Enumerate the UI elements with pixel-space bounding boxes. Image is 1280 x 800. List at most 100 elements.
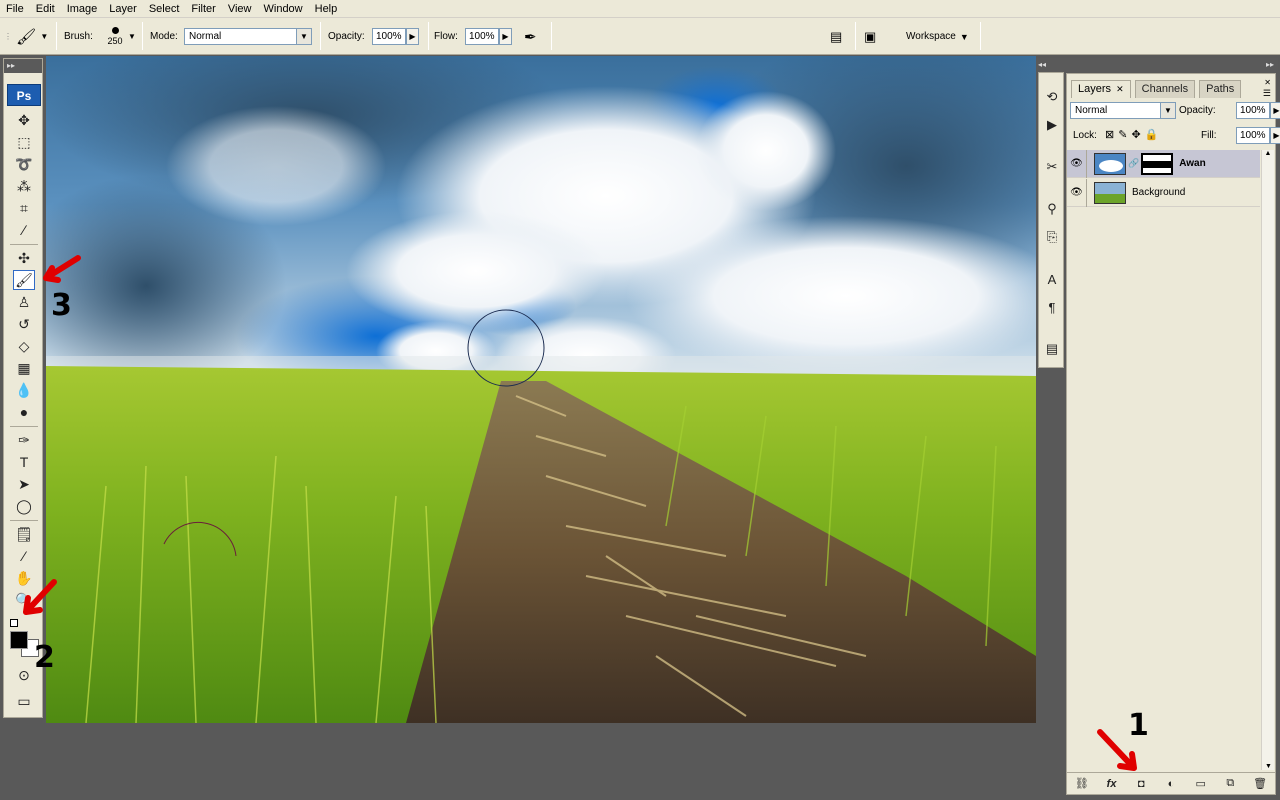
fill-slider-button[interactable]: ▶ [1270, 127, 1280, 144]
menu-image[interactable]: Image [61, 0, 104, 18]
panel-close-icon[interactable]: ✕ [1264, 78, 1271, 87]
link-icon[interactable]: 🔗 [1128, 158, 1139, 169]
tab-layers[interactable]: Layers ✕ [1071, 80, 1131, 98]
dock-icon-strip: ⟲ ▶ ✂ ⚲ ⎘ A ¶ ▤ [1038, 72, 1064, 368]
opacity-slider-button[interactable]: ▶ [406, 28, 419, 45]
tool-preset-picker[interactable]: 🖌 ▼ [16, 18, 48, 55]
layer-style-fx-icon[interactable]: fx [1103, 778, 1121, 790]
menu-bar: File Edit Image Layer Select Filter View… [0, 0, 1280, 18]
dock-grip[interactable]: ◂◂ [1036, 58, 1068, 72]
menu-help[interactable]: Help [309, 0, 344, 18]
eyedropper-tool-icon[interactable]: ⁄ [13, 546, 35, 566]
quick-mask-icon[interactable]: ⊙ [13, 665, 35, 685]
tab-channels[interactable]: Channels [1134, 80, 1196, 98]
paragraph-icon[interactable]: ¶ [1042, 297, 1062, 317]
delete-layer-icon[interactable]: 🗑 [1251, 777, 1269, 790]
actions-icon[interactable]: ▶ [1042, 115, 1062, 135]
notes-tool-icon[interactable]: 🗒 [13, 524, 35, 544]
layer-thumbnail [1094, 181, 1126, 204]
tab-layers-label: Layers [1078, 83, 1112, 95]
crop-tool-icon[interactable]: ⌗ [13, 198, 35, 218]
menu-view[interactable]: View [222, 0, 258, 18]
healing-brush-tool-icon[interactable]: ✣ [13, 248, 35, 268]
menu-filter[interactable]: Filter [185, 0, 221, 18]
layer-comps-icon[interactable]: ▤ [1042, 339, 1062, 359]
history-brush-tool-icon[interactable]: ↺ [13, 314, 35, 334]
fill-input[interactable]: 100% [1236, 127, 1270, 144]
slice-tool-icon[interactable]: ∕ [13, 220, 35, 240]
lasso-tool-icon[interactable]: ➰ [13, 154, 35, 174]
menu-select[interactable]: Select [143, 0, 186, 18]
close-icon[interactable]: ✕ [1116, 84, 1124, 94]
move-tool-icon[interactable]: ✥ [13, 110, 35, 130]
lock-all-icon[interactable]: 🔒 [1145, 128, 1159, 141]
tab-paths[interactable]: Paths [1199, 80, 1242, 98]
flow-slider-button[interactable]: ▶ [499, 28, 512, 45]
layer-mask-thumbnail[interactable] [1141, 152, 1174, 175]
workspace-button[interactable]: Workspace ▼ [906, 18, 969, 55]
ps-logo[interactable]: Ps [7, 84, 41, 106]
menu-file[interactable]: File [0, 0, 30, 18]
layers-panel: Layers ✕ Channels Paths ✕ ☰ Normal ▼ Opa… [1066, 73, 1280, 795]
character-icon[interactable]: A [1042, 269, 1062, 289]
menu-edit[interactable]: Edit [30, 0, 61, 18]
history-icon[interactable]: ⟲ [1042, 87, 1062, 107]
marquee-tool-icon[interactable]: ⬚ [13, 132, 35, 152]
mode-select-value: Normal [189, 31, 222, 42]
annotation-arrow-3 [43, 255, 81, 283]
add-layer-mask-icon[interactable]: ◘ [1132, 778, 1150, 790]
ellipse-tool-icon[interactable]: ◯ [13, 496, 35, 516]
flow-input[interactable]: 100% [465, 28, 499, 45]
new-group-icon[interactable]: ▭ [1192, 777, 1210, 790]
document-canvas[interactable] [46, 56, 1036, 723]
lock-image-icon[interactable]: ✎ [1118, 128, 1127, 141]
foreground-color-swatch[interactable] [10, 631, 28, 649]
layer-row-background[interactable]: 👁 Background [1067, 178, 1260, 207]
type-tool-icon[interactable]: T [13, 452, 35, 472]
opacity-label: Opacity: [328, 31, 365, 42]
scroll-up-icon[interactable]: ▲ [1262, 150, 1274, 157]
scroll-down-icon[interactable]: ▼ [1262, 763, 1275, 770]
screen-mode-icon[interactable]: ▭ [13, 691, 35, 711]
lock-transparency-icon[interactable]: ⊠ [1105, 128, 1114, 141]
chevron-down-icon: ▼ [40, 32, 49, 41]
layers-panel-grip[interactable]: ▸▸ [1066, 58, 1278, 72]
tools-panel-grip[interactable]: ▸▸ [4, 59, 42, 73]
default-colors-icon[interactable] [10, 619, 18, 627]
menu-layer[interactable]: Layer [103, 0, 143, 18]
pen-tool-icon[interactable]: ✑ [13, 430, 35, 450]
blur-tool-icon[interactable]: 💧 [13, 380, 35, 400]
blend-mode-select[interactable]: Normal ▼ [1070, 102, 1176, 119]
chevron-down-icon[interactable]: ▼ [128, 32, 136, 41]
layer-opacity-slider-button[interactable]: ▶ [1270, 102, 1280, 119]
clone-source-icon[interactable]: ⎘ [1042, 227, 1062, 247]
bridge-icon[interactable]: ▣ [864, 29, 876, 45]
airbrush-icon[interactable]: ✒ [524, 28, 537, 46]
new-layer-icon[interactable]: ⧉ [1221, 777, 1239, 790]
dodge-tool-icon[interactable]: ● [13, 402, 35, 422]
menu-window[interactable]: Window [258, 0, 309, 18]
adjustment-layer-icon[interactable]: ◐ [1162, 778, 1180, 790]
brushes-icon[interactable]: ⚲ [1042, 199, 1062, 219]
palette-well-icon[interactable]: ▤ [830, 29, 842, 45]
lock-position-icon[interactable]: ✥ [1131, 128, 1140, 141]
path-selection-tool-icon[interactable]: ➤ [13, 474, 35, 494]
clone-stamp-tool-icon[interactable]: ♙ [13, 292, 35, 312]
magic-wand-tool-icon[interactable]: ⁂ [13, 176, 35, 196]
visibility-eye-icon[interactable]: 👁 [1067, 149, 1087, 178]
gradient-tool-icon[interactable]: ▦ [13, 358, 35, 378]
tool-presets-icon[interactable]: ✂ [1042, 157, 1062, 177]
brush-tool-icon[interactable]: 🖌 [13, 270, 35, 290]
canvas-image [46, 56, 1036, 723]
link-layers-icon[interactable]: ⛓ [1073, 777, 1091, 790]
panel-menu-icon[interactable]: ☰ [1263, 88, 1271, 99]
layers-scrollbar[interactable]: ▲ ▼ [1261, 150, 1274, 770]
eraser-tool-icon[interactable]: ◇ [13, 336, 35, 356]
brush-picker[interactable]: 250 [102, 18, 128, 55]
layer-opacity-input[interactable]: 100% [1236, 102, 1270, 119]
layer-row-awan[interactable]: 👁 🔗 Awan [1067, 149, 1260, 178]
mode-select[interactable]: Normal ▼ [184, 28, 312, 45]
options-bar: ⋮ 🖌 ▼ Brush: 250 ▼ Mode: Normal ▼ Opacit… [0, 18, 1280, 55]
visibility-eye-icon[interactable]: 👁 [1067, 178, 1087, 207]
opacity-input[interactable]: 100% [372, 28, 406, 45]
